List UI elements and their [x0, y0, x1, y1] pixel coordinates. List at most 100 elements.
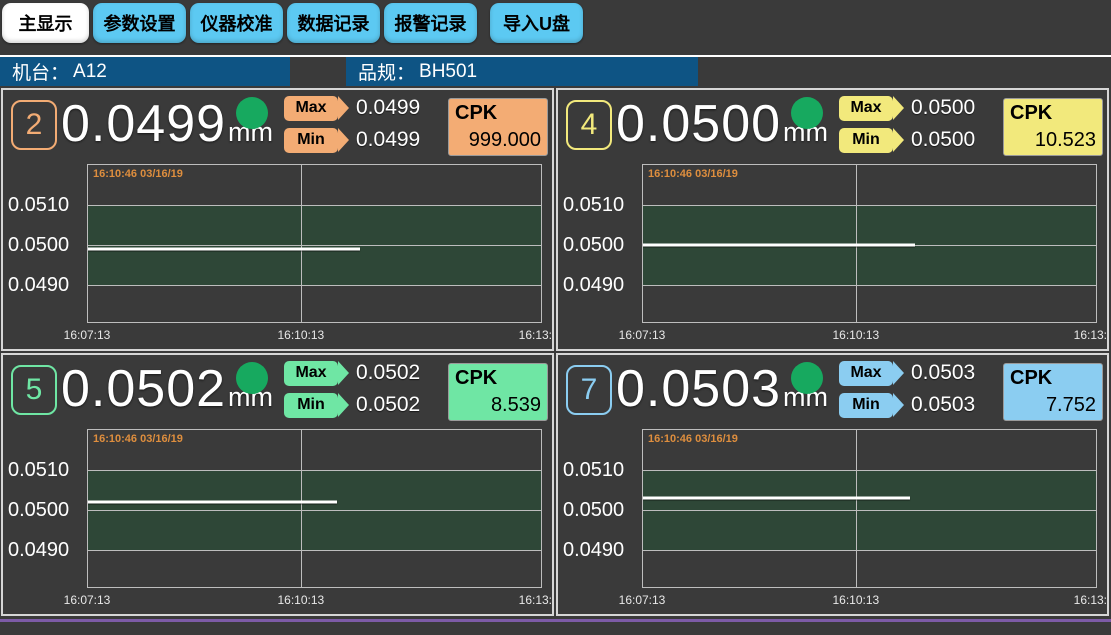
- channel-number: 2: [11, 100, 57, 150]
- gridline: [643, 510, 1096, 511]
- y-tick-label: 0.0500: [563, 232, 639, 258]
- max-value: 0.0499: [356, 96, 420, 120]
- panel-header: 5 0.0502mm Max 0.0502 Min 0.0502 CPK 8.5…: [3, 355, 552, 429]
- max-min-column: Max 0.0499 Min 0.0499: [284, 95, 420, 159]
- tab-import-usb[interactable]: 导入U盘: [490, 3, 583, 43]
- gridline: [88, 510, 541, 511]
- trend-chart: 0.0510 0.0500 0.0490 16:10:46 03/16/19 1…: [3, 429, 552, 614]
- y-tick-label: 0.0500: [563, 497, 639, 523]
- chart-timestamp: 16:10:46 03/16/19: [648, 168, 738, 180]
- gridline: [88, 205, 541, 206]
- cpk-box: CPK 10.523: [1003, 98, 1103, 156]
- tab-instrument-calibration[interactable]: 仪器校准: [190, 3, 283, 43]
- y-tick-label: 0.0510: [8, 192, 84, 218]
- channel-number: 4: [566, 100, 612, 150]
- max-row: Max 0.0499: [284, 95, 420, 121]
- x-axis: 16:07:13 16:10:13 16:13:13: [642, 328, 1097, 344]
- cpk-label: CPK: [1010, 365, 1096, 392]
- trend-chart: 0.0510 0.0500 0.0490 16:10:46 03/16/19 1…: [558, 429, 1107, 614]
- trend-chart: 0.0510 0.0500 0.0490 16:10:46 03/16/19 1…: [558, 164, 1107, 349]
- gridline: [88, 550, 541, 551]
- data-line: [643, 497, 910, 500]
- cpk-box: CPK 999.000: [448, 98, 548, 156]
- x-tick-label: 16:07:13: [64, 328, 111, 342]
- channel-panel-2: 2 0.0499mm Max 0.0499 Min 0.0499 CPK 999…: [1, 88, 554, 351]
- gridline: [301, 165, 302, 322]
- plot-area: 16:10:46 03/16/19: [87, 164, 542, 323]
- data-line: [88, 248, 360, 251]
- min-badge: Min: [839, 128, 893, 153]
- gridline: [856, 430, 857, 587]
- y-tick-label: 0.0510: [8, 457, 84, 483]
- min-row: Min 0.0502: [284, 392, 420, 418]
- cpk-value: 10.523: [1010, 127, 1096, 154]
- cpk-label: CPK: [455, 100, 541, 127]
- x-tick-label: 16:07:13: [619, 593, 666, 607]
- machine-value: A12: [73, 61, 107, 83]
- x-axis: 16:07:13 16:10:13 16:13:13: [642, 593, 1097, 609]
- min-badge: Min: [839, 393, 893, 418]
- cpk-label: CPK: [455, 365, 541, 392]
- channel-number: 5: [11, 365, 57, 415]
- tab-data-record[interactable]: 数据记录: [287, 3, 380, 43]
- max-badge: Max: [284, 361, 338, 386]
- channel-number: 7: [566, 365, 612, 415]
- info-bar-spacer: [290, 57, 346, 86]
- gridline: [643, 550, 1096, 551]
- min-value: 0.0500: [911, 128, 975, 152]
- min-row: Min 0.0499: [284, 127, 420, 153]
- x-tick-label: 16:10:13: [277, 328, 324, 342]
- gridline: [88, 470, 541, 471]
- value-number: 0.0499: [61, 95, 226, 153]
- max-row: Max 0.0503: [839, 360, 975, 386]
- max-badge: Max: [839, 361, 893, 386]
- panel-header: 7 0.0503mm Max 0.0503 Min 0.0503 CPK 7.7…: [558, 355, 1107, 429]
- min-row: Min 0.0500: [839, 127, 975, 153]
- tab-parameter-settings[interactable]: 参数设置: [93, 3, 186, 43]
- min-value: 0.0499: [356, 128, 420, 152]
- gridline: [643, 285, 1096, 286]
- product-label: 品规：: [358, 58, 415, 85]
- status-indicator: [791, 362, 823, 394]
- plot-area: 16:10:46 03/16/19: [642, 429, 1097, 588]
- max-value: 0.0500: [911, 96, 975, 120]
- y-tick-label: 0.0500: [8, 232, 84, 258]
- data-line: [643, 244, 915, 247]
- tab-alarm-record[interactable]: 报警记录: [384, 3, 477, 43]
- channel-panel-4: 4 0.0500mm Max 0.0500 Min 0.0500 CPK 10.…: [556, 88, 1109, 351]
- x-tick-label: 16:10:13: [277, 593, 324, 607]
- top-tab-bar: 主显示 参数设置 仪器校准 数据记录 报警记录 导入U盘: [0, 0, 1111, 55]
- y-tick-label: 0.0490: [8, 272, 84, 298]
- tab-main-display[interactable]: 主显示: [2, 3, 89, 43]
- value-number: 0.0500: [616, 95, 781, 153]
- max-badge: Max: [839, 96, 893, 121]
- max-row: Max 0.0500: [839, 95, 975, 121]
- x-tick-label: 16:10:13: [832, 328, 879, 342]
- max-badge: Max: [284, 96, 338, 121]
- status-indicator: [791, 97, 823, 129]
- y-tick-label: 0.0490: [563, 272, 639, 298]
- value-number: 0.0503: [616, 360, 781, 418]
- machine-label: 机台：: [12, 58, 69, 85]
- panel-header: 2 0.0499mm Max 0.0499 Min 0.0499 CPK 999…: [3, 90, 552, 164]
- gridline: [301, 430, 302, 587]
- value-number: 0.0502: [61, 360, 226, 418]
- max-min-column: Max 0.0503 Min 0.0503: [839, 360, 975, 424]
- product-field: 品规： BH501: [346, 57, 698, 86]
- x-axis: 16:07:13 16:10:13 16:13:13: [87, 593, 542, 609]
- min-badge: Min: [284, 128, 338, 153]
- min-badge: Min: [284, 393, 338, 418]
- y-tick-label: 0.0510: [563, 192, 639, 218]
- chart-timestamp: 16:10:46 03/16/19: [93, 433, 183, 445]
- max-value: 0.0503: [911, 361, 975, 385]
- cpk-value: 8.539: [455, 392, 541, 419]
- y-tick-label: 0.0490: [8, 537, 84, 563]
- cpk-box: CPK 8.539: [448, 363, 548, 421]
- x-axis: 16:07:13 16:10:13 16:13:13: [87, 328, 542, 344]
- cpk-label: CPK: [1010, 100, 1096, 127]
- status-indicator: [236, 97, 268, 129]
- y-tick-label: 0.0500: [8, 497, 84, 523]
- channel-panel-5: 5 0.0502mm Max 0.0502 Min 0.0502 CPK 8.5…: [1, 353, 554, 616]
- y-tick-label: 0.0510: [563, 457, 639, 483]
- x-tick-label: 16:07:13: [64, 593, 111, 607]
